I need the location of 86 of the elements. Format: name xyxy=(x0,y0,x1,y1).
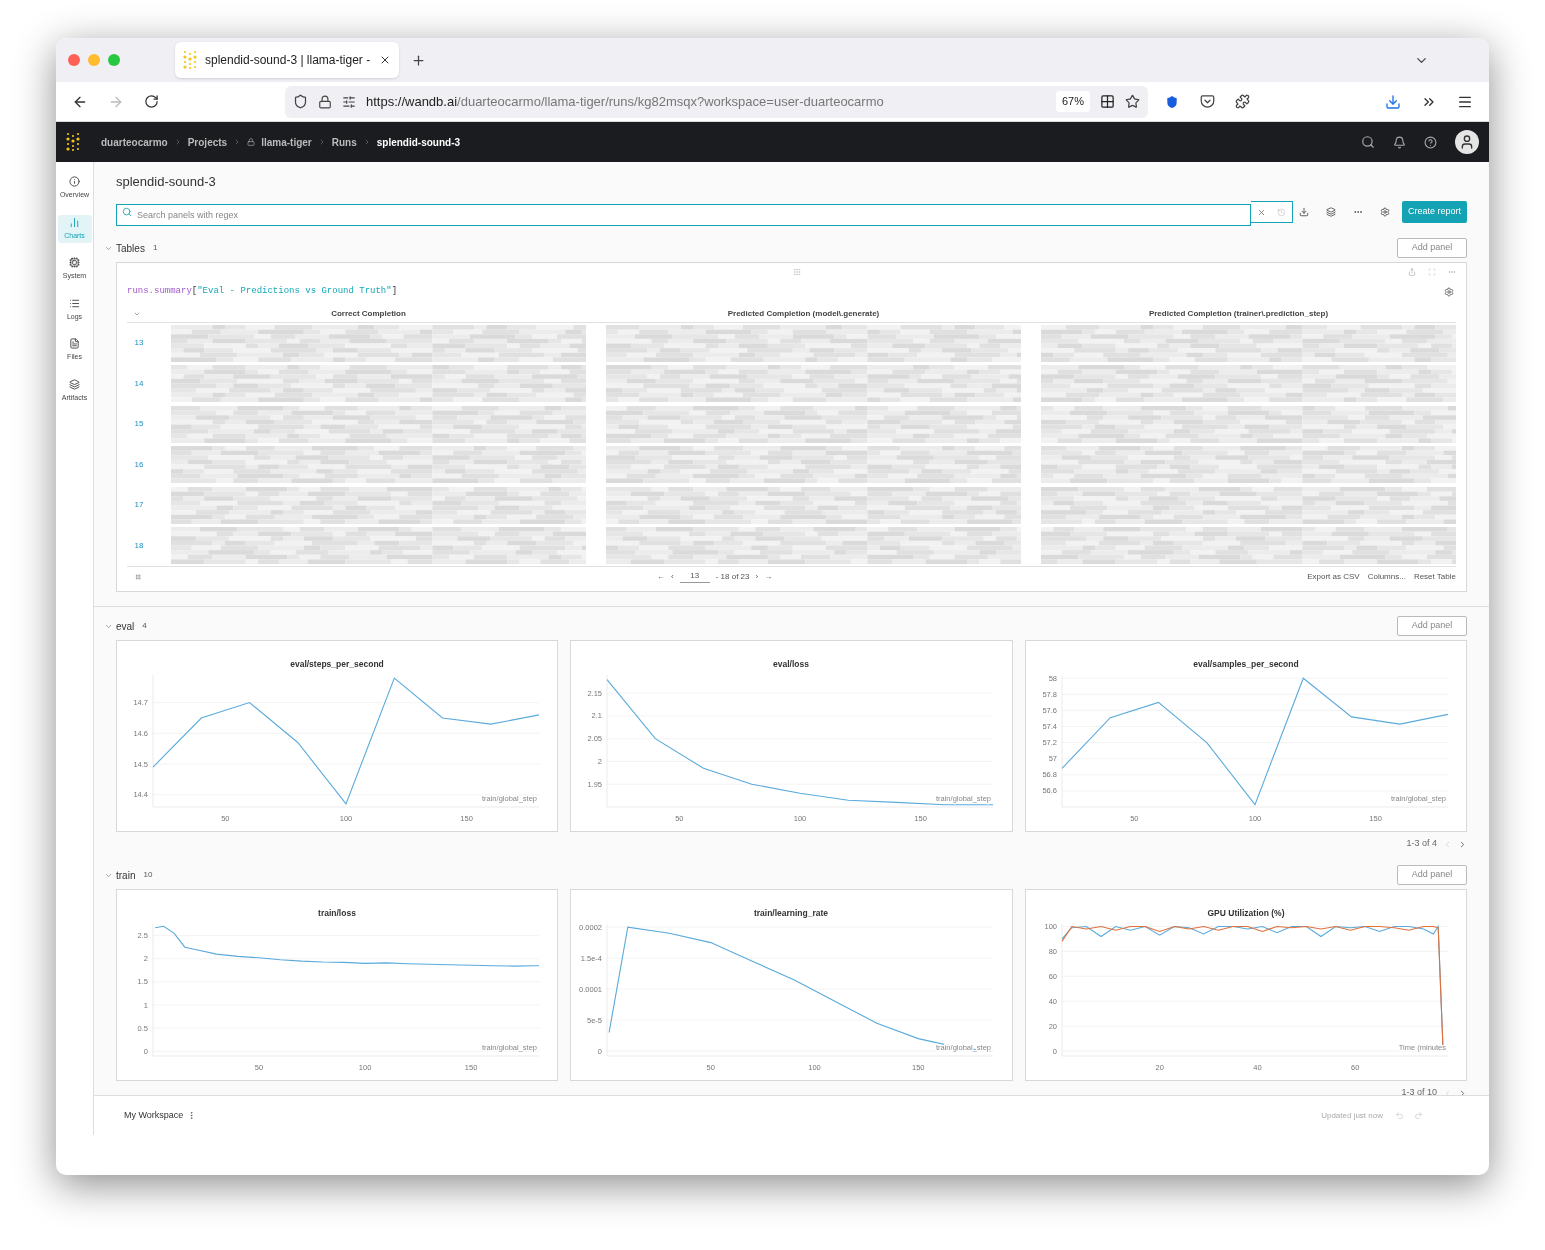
lock-icon xyxy=(247,138,256,146)
panel-count: 4 xyxy=(142,620,147,632)
search-icon[interactable] xyxy=(1361,135,1375,149)
help-icon[interactable] xyxy=(1424,135,1437,149)
reload-icon[interactable] xyxy=(144,94,159,109)
notifications-icon[interactable] xyxy=(1393,135,1406,149)
extensions-icon[interactable] xyxy=(1235,94,1250,109)
row-index: 16 xyxy=(133,458,145,471)
user-silhouette-icon xyxy=(1459,134,1475,150)
sidebar-icon xyxy=(69,257,80,268)
lock-icon[interactable] xyxy=(318,94,332,109)
query-expression: runs.summary["Eval - Predictions vs Ground Truth"] xyxy=(127,285,398,299)
chart-title: eval/samples_per_second xyxy=(1192,659,1299,669)
drag-handle-icon[interactable] xyxy=(791,268,803,276)
password-manager-icon[interactable] xyxy=(1164,93,1180,110)
chart-title: eval/loss xyxy=(773,659,810,669)
url-text: https://wandb.ai/duarteocarmo/llama-tiger/runs/kg82msqx?workspace=user-duarteocarmo xyxy=(366,92,884,111)
row-index: 18 xyxy=(133,539,145,552)
avatar[interactable] xyxy=(1455,130,1479,154)
settings-icon[interactable] xyxy=(1379,207,1390,217)
panel-count: 1 xyxy=(152,242,158,254)
row-index: 17 xyxy=(133,499,145,512)
chart-title: GPU Utilization (%) xyxy=(1207,908,1285,918)
section-title: Tables xyxy=(116,241,145,256)
row-index: 14 xyxy=(133,377,145,390)
run-title: splendid-sound-3 xyxy=(116,173,217,190)
column-header[interactable]: Predicted Completion (trainer\.prediction_step) xyxy=(1021,307,1456,320)
shield-icon[interactable] xyxy=(293,94,308,109)
table-action-link[interactable]: Reset Table xyxy=(1413,570,1456,583)
last-page-link[interactable]: → xyxy=(764,570,773,583)
table-action-link[interactable]: Columns... xyxy=(1367,570,1406,583)
page-range: 1-3 of 4 xyxy=(1406,837,1437,851)
sidebar-icon xyxy=(69,216,80,228)
breadcrumb-link[interactable]: llama-tiger xyxy=(261,134,312,150)
close-tab-icon[interactable] xyxy=(379,54,391,66)
chart-title: train/loss xyxy=(318,908,356,918)
new-tab-icon[interactable] xyxy=(411,52,426,68)
add-panel-button[interactable]: Add panel xyxy=(1397,865,1467,885)
sidebar-icon xyxy=(69,338,80,349)
browser-tab[interactable]: splendid-sound-3 | llama-tiger - xyxy=(175,42,399,78)
column-resize-icon[interactable] xyxy=(135,572,141,581)
zoom-level[interactable]: 67% xyxy=(1055,91,1090,112)
sidebar-icon xyxy=(69,297,80,309)
previous-page-link[interactable]: ‹ xyxy=(671,570,674,583)
add-panel-button[interactable]: Add panel xyxy=(1397,238,1467,258)
row-index: 13 xyxy=(133,337,145,350)
search-field[interactable]: Search panels with regex xyxy=(116,204,1251,226)
chart-title: eval/steps_per_second xyxy=(290,659,384,669)
permissions-icon[interactable] xyxy=(342,94,356,109)
next-page-link[interactable]: › xyxy=(755,570,759,583)
app-logo-icon xyxy=(66,132,82,152)
next-page-icon[interactable] xyxy=(1458,839,1467,849)
breadcrumb-link[interactable]: Runs xyxy=(331,134,357,150)
pocket-icon[interactable] xyxy=(1200,94,1215,109)
section-title: train xyxy=(116,868,136,883)
add-panel-button[interactable]: Add panel xyxy=(1397,616,1467,636)
save-status: Updated just now xyxy=(1321,1109,1383,1122)
bookmark-star-icon[interactable] xyxy=(1125,94,1140,109)
page-range: - 18 of 23 xyxy=(715,570,750,583)
tab-title: splendid-sound-3 | llama-tiger - xyxy=(205,52,371,69)
settings-icon[interactable] xyxy=(1444,287,1454,297)
breadcrumb-link[interactable]: splendid-sound-3 xyxy=(376,134,461,150)
qr-code-icon[interactable] xyxy=(1100,94,1115,109)
first-page-link[interactable]: ← xyxy=(657,570,665,583)
breadcrumb-link[interactable]: duarteocarmo xyxy=(101,134,168,150)
next-page-icon[interactable] xyxy=(1458,1088,1467,1095)
search-icon xyxy=(122,207,132,217)
sidebar-icon xyxy=(69,176,80,187)
page-range: 1-3 of 10 xyxy=(1401,1086,1437,1095)
layers-icon[interactable] xyxy=(1325,207,1336,217)
column-header[interactable]: Correct Completion xyxy=(151,307,586,320)
column-header[interactable]: Predicted Completion (model\.generate) xyxy=(586,307,1021,320)
section-title: eval xyxy=(116,619,135,634)
row-index: 15 xyxy=(133,418,145,431)
tab-favicon-icon xyxy=(183,50,199,70)
download-icon[interactable] xyxy=(1385,93,1401,110)
workspace-name[interactable]: My Workspace xyxy=(124,1108,184,1123)
clear-search-icon[interactable] xyxy=(1256,207,1266,217)
sidebar-icon xyxy=(69,378,80,390)
panel-count: 10 xyxy=(143,869,153,881)
page-input[interactable]: 13 xyxy=(679,570,710,583)
export-icon[interactable] xyxy=(1298,207,1309,217)
address-bar[interactable]: https://wandb.ai/duarteocarmo/llama-tiger/runs/kg82msqx?workspace=user-duarteocarmo 67% xyxy=(285,85,1148,118)
chart-title: train/learning_rate xyxy=(754,908,829,918)
table-action-link[interactable]: Export as CSV xyxy=(1307,570,1360,583)
breadcrumb-link[interactable]: Projects xyxy=(187,134,228,150)
